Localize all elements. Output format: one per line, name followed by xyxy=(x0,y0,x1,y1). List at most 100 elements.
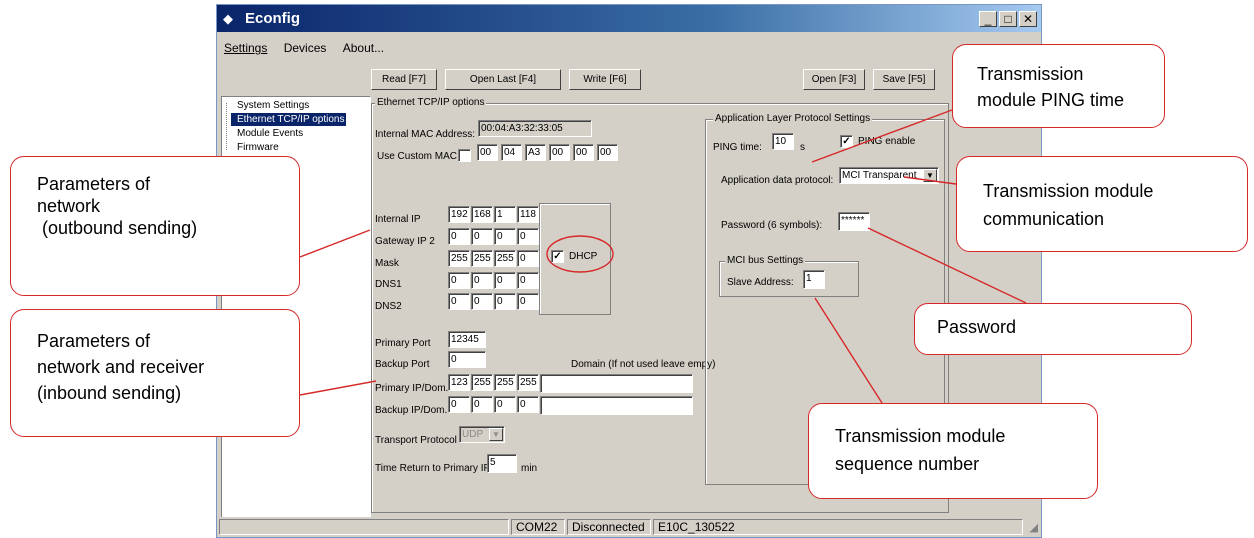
minimize-button[interactable]: _ xyxy=(979,11,997,27)
gateway-ip-2[interactable]: 0 xyxy=(471,228,493,245)
mask-2[interactable]: 255 xyxy=(471,250,493,267)
backup-port-input[interactable]: 0 xyxy=(448,351,486,368)
callout-line: sequence number xyxy=(835,454,980,474)
close-button[interactable]: ✕ xyxy=(1019,11,1037,27)
callout-password: Password xyxy=(914,303,1192,355)
primary-ip-3[interactable]: 255 xyxy=(494,374,516,391)
primary-port-label: Primary Port xyxy=(375,338,431,349)
callout-line: network and receiver xyxy=(37,357,205,377)
dns2-4[interactable]: 0 xyxy=(517,293,539,310)
callout-line: Parameters of xyxy=(37,174,151,194)
backup-ip-1[interactable]: 0 xyxy=(448,396,470,413)
chevron-down-icon[interactable]: ▼ xyxy=(923,169,937,182)
backup-ip-4[interactable]: 0 xyxy=(517,396,539,413)
callout-line: (inbound sending) xyxy=(37,383,182,403)
gateway-ip-1[interactable]: 0 xyxy=(448,228,470,245)
dns1-2[interactable]: 0 xyxy=(471,272,493,289)
primary-domain-input[interactable] xyxy=(540,374,693,393)
callout-line: Parameters of xyxy=(37,331,151,351)
protocol-select[interactable]: MCI Transparent ▼ xyxy=(839,167,939,184)
callout-sequence-number: Transmission module sequence number xyxy=(808,403,1098,499)
protocol-label: Application data protocol: xyxy=(721,175,834,186)
chevron-down-icon[interactable]: ▼ xyxy=(489,428,503,441)
tree-item-module-events[interactable]: Module Events xyxy=(231,127,303,140)
primary-port-input[interactable]: 12345 xyxy=(448,331,486,348)
custom-mac-octet-5[interactable]: 00 xyxy=(573,144,594,161)
menu-about[interactable]: About... xyxy=(343,41,384,55)
ping-time-unit: s xyxy=(800,142,805,153)
title-bar[interactable]: ◆ Econfig _ □ ✕ xyxy=(217,5,1041,32)
open-button[interactable]: Open [F3] xyxy=(803,69,865,90)
mask-3[interactable]: 255 xyxy=(494,250,516,267)
maximize-button[interactable]: □ xyxy=(999,11,1017,27)
custom-mac-octet-6[interactable]: 00 xyxy=(597,144,618,161)
gateway-label: Gateway IP 2 xyxy=(375,236,435,247)
mci-bus-group-title: MCI bus Settings xyxy=(725,255,806,266)
gateway-ip-3[interactable]: 0 xyxy=(494,228,516,245)
gateway-ip-4[interactable]: 0 xyxy=(517,228,539,245)
read-button[interactable]: Read [F7] xyxy=(371,69,437,90)
status-connection: Disconnected xyxy=(567,519,651,535)
password-input[interactable]: ****** xyxy=(838,212,870,231)
custom-mac-octet-1[interactable]: 00 xyxy=(477,144,498,161)
tree-item-system-settings[interactable]: System Settings xyxy=(231,99,309,112)
tree-item-ethernet[interactable]: Ethernet TCP/IP options xyxy=(231,113,347,126)
dns1-3[interactable]: 0 xyxy=(494,272,516,289)
internal-ip-2[interactable]: 168 xyxy=(471,206,493,223)
dns2-2[interactable]: 0 xyxy=(471,293,493,310)
write-button[interactable]: Write [F6] xyxy=(569,69,641,90)
mask-1[interactable]: 255 xyxy=(448,250,470,267)
dns2-3[interactable]: 0 xyxy=(494,293,516,310)
password-label: Password (6 symbols): xyxy=(721,220,823,231)
resize-grip-icon[interactable]: ◢ xyxy=(1030,521,1038,534)
menu-settings[interactable]: Settings xyxy=(224,41,267,55)
status-device: E10C_130522 xyxy=(653,519,1023,535)
slave-address-input[interactable]: 1 xyxy=(803,270,825,289)
ping-enable-checkbox[interactable]: ✓ xyxy=(840,135,853,148)
ping-time-input[interactable]: 10 xyxy=(772,133,794,150)
primary-ip-4[interactable]: 255 xyxy=(517,374,539,391)
custom-mac-octet-4[interactable]: 00 xyxy=(549,144,570,161)
dhcp-label: DHCP xyxy=(569,251,598,262)
callout-line: Transmission xyxy=(977,64,1084,84)
callout-line: module PING time xyxy=(977,90,1125,110)
ping-enable-label: PING enable xyxy=(858,136,916,147)
mac-label: Internal MAC Address: xyxy=(375,129,476,140)
app-layer-group-title: Application Layer Protocol Settings xyxy=(713,113,873,124)
protocol-value: MCI Transparent xyxy=(842,170,917,181)
return-input[interactable]: 5 xyxy=(487,454,517,473)
dhcp-checkbox[interactable]: ✓ xyxy=(551,250,564,263)
custom-mac-octet-3[interactable]: A3 xyxy=(525,144,546,161)
primary-ip-1[interactable]: 123 xyxy=(448,374,470,391)
menu-devices[interactable]: Devices xyxy=(284,41,327,55)
ping-time-label: PING time: xyxy=(713,142,762,153)
open-last-button[interactable]: Open Last [F4] xyxy=(445,69,561,90)
callout-line: (outbound sending) xyxy=(37,218,198,238)
callout-line: Transmission module xyxy=(983,181,1154,201)
backup-ip-label: Backup IP/Dom. xyxy=(375,405,448,416)
save-button[interactable]: Save [F5] xyxy=(873,69,935,90)
internal-ip-1[interactable]: 192 xyxy=(448,206,470,223)
dns2-1[interactable]: 0 xyxy=(448,293,470,310)
internal-ip-3[interactable]: 1 xyxy=(494,206,516,223)
backup-port-label: Backup Port xyxy=(375,359,430,370)
backup-ip-2[interactable]: 0 xyxy=(471,396,493,413)
backup-domain-input[interactable] xyxy=(540,396,693,415)
custom-mac-checkbox[interactable] xyxy=(458,149,471,162)
dns1-1[interactable]: 0 xyxy=(448,272,470,289)
tree-item-firmware[interactable]: Firmware xyxy=(231,141,279,154)
dns1-4[interactable]: 0 xyxy=(517,272,539,289)
callout-line: Transmission module xyxy=(835,426,1006,446)
primary-ip-2[interactable]: 255 xyxy=(471,374,493,391)
internal-ip-4[interactable]: 118 xyxy=(517,206,539,223)
internal-ip-label: Internal IP xyxy=(375,214,421,225)
callout-line: Password xyxy=(937,317,1017,337)
backup-ip-3[interactable]: 0 xyxy=(494,396,516,413)
mask-4[interactable]: 0 xyxy=(517,250,539,267)
callout-line: communication xyxy=(983,209,1105,229)
custom-mac-octet-2[interactable]: 04 xyxy=(501,144,522,161)
menu-bar: Settings Devices About... xyxy=(217,41,390,61)
transport-select[interactable]: UDP ▼ xyxy=(459,426,505,443)
return-unit: min xyxy=(521,463,538,474)
callout-line: network xyxy=(37,196,101,216)
